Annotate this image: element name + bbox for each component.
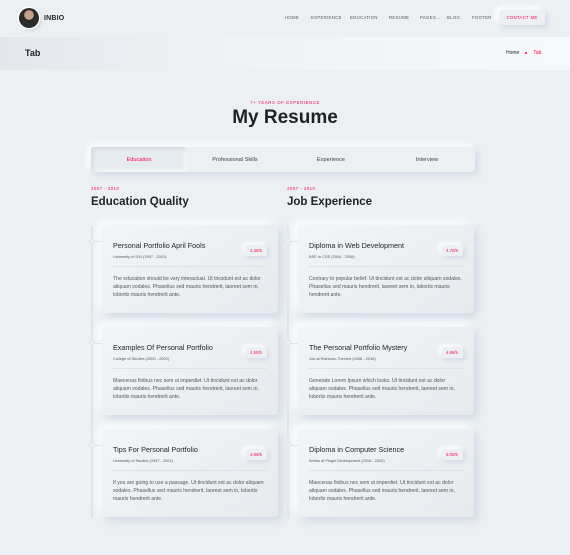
resume-card: Tips For Personal Portfolio University o… [89,429,278,517]
card-divider [309,368,463,369]
card-body: Generate Lorem Ipsum which looks. Ut tin… [309,378,455,400]
section-title: My Resume [232,107,338,128]
timeline-dot-icon [89,238,95,244]
brand-logo[interactable]: INBIO [19,8,64,28]
nav-item-experience[interactable]: EXPERIENCE [311,15,342,20]
card-divider [113,470,267,471]
experience-heading: Job Experience [287,196,373,208]
resume-card: Examples Of Personal Portfolio College o… [89,327,278,415]
card-meta: Works at Plugin Development (2016 - 2020… [309,458,385,463]
tab-experience[interactable]: Experience [283,147,379,172]
page-title-bar: Tab Home Tab [0,37,570,70]
section-subtitle: 7+ YEARS OF EXPERIENCE [250,100,320,105]
timeline-dot-icon [285,340,291,346]
card-divider [309,266,463,267]
contact-button[interactable]: CONTACT ME [499,10,545,25]
resume-tabs: Education Professional Skills Experience… [91,147,475,172]
brand-name: INBIO [44,14,65,22]
tab-professional-skills[interactable]: Professional Skills [187,147,283,172]
card-divider [309,470,463,471]
rating-badge: 4.95/5 [441,347,463,358]
card-title: Diploma in Computer Science [309,445,405,454]
resume-card: Diploma in Web Development BSE In CSE (2… [285,225,474,313]
resume-card: The Personal Portfolio Mystery Job at Ra… [285,327,474,415]
card-body: Maecenas finibus nec sem ut imperdiet. U… [309,480,455,502]
card-body: The education should be very interactual… [113,276,261,298]
breadcrumb-separator-icon [525,52,528,54]
card-title: Tips For Personal Portfolio [113,445,198,454]
tab-education[interactable]: Education [91,147,187,172]
nav-item-blog[interactable]: BLOG [447,15,460,20]
resume-card: Personal Portfolio April Fools Universit… [89,225,278,313]
page-title: Tab [25,48,41,58]
breadcrumb: Home Tab [506,50,541,56]
nav-item-footer[interactable]: FOOTER [472,15,492,20]
nav-item-pages[interactable]: PAGES⌄ [420,15,440,20]
timeline-dot-icon [89,442,95,448]
chevron-down-icon: ⌄ [437,16,441,20]
rating-badge: 4.50/5 [245,347,267,358]
rating-badge: 5.00/5 [441,449,463,460]
card-meta: University of Studies (1997 - 2001) [113,458,173,463]
education-heading: Education Quality [91,196,189,208]
card-meta: Job at Rainbow-Themes (2008 - 2016) [309,356,376,361]
site-header: INBIO HOME EXPERIENCE EDUCATION RESUME P… [0,0,570,37]
rating-badge: 4.70/5 [441,245,463,256]
card-body: Maecenas finibus nec sem ut imperdiet. U… [113,378,259,400]
breadcrumb-home-link[interactable]: Home [506,50,519,56]
timeline-dot-icon [89,340,95,346]
card-meta: University of DVI (1997 - 2001) [113,254,167,259]
card-title: Personal Portfolio April Fools [113,241,206,250]
tab-interview[interactable]: Interview [379,147,475,172]
card-divider [113,266,267,267]
rating-badge: 4.30/5 [245,245,267,256]
nav-item-pages-label: PAGES [420,15,436,20]
education-column: 2007 - 2010 Education Quality Personal P… [89,186,281,518]
resume-card: Diploma in Computer Science Works at Plu… [285,429,474,517]
nav-item-education[interactable]: EDUCATION [350,15,378,20]
experience-years: 2007 - 2010 [287,186,316,191]
card-title: Examples Of Personal Portfolio [113,343,213,352]
avatar [19,8,39,28]
card-body: If you are going to use a passage. Ut ti… [113,480,264,502]
timeline-line [287,226,289,518]
card-title: Diploma in Web Development [309,241,404,250]
card-meta: College of Studies (2000 - 2002) [113,356,170,361]
nav-item-home[interactable]: HOME [285,15,299,20]
card-title: The Personal Portfolio Mystery [309,343,408,352]
card-meta: BSE In CSE (2004 - 2008) [309,254,355,259]
timeline-dot-icon [285,442,291,448]
education-years: 2007 - 2010 [91,186,120,191]
rating-badge: 4.80/5 [245,449,267,460]
timeline-line [91,226,93,518]
card-body: Contrary to popular belief. Ut tincidunt… [309,276,462,298]
card-divider [113,368,267,369]
breadcrumb-current: Tab [533,50,542,56]
experience-column: 2007 - 2010 Job Experience Diploma in We… [285,186,477,518]
nav-item-resume[interactable]: RESUME [389,15,409,20]
timeline-dot-icon [285,238,291,244]
